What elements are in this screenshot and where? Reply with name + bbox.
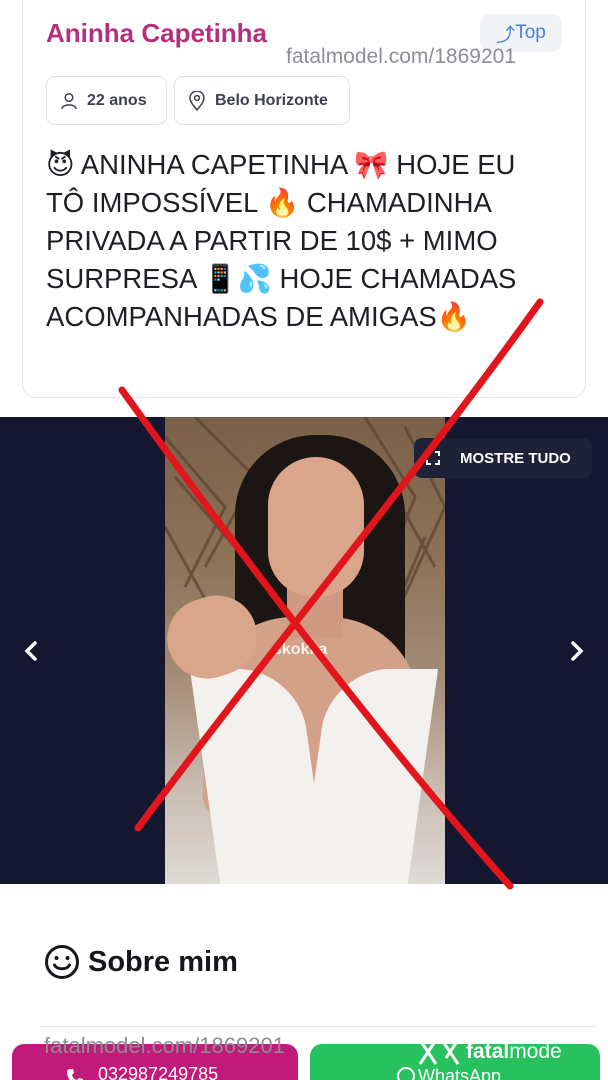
whatsapp-icon [397, 1067, 415, 1080]
expand-icon [426, 451, 440, 465]
phone-icon [67, 1069, 83, 1080]
watermark-url-bottom: fatalmodel.com/1869201 [44, 1033, 285, 1058]
age-label: 22 anos [87, 91, 147, 109]
fatalmodel-logo-icon [418, 1039, 460, 1065]
age-chip: 22 anos [46, 76, 167, 125]
gallery-prev-button[interactable] [16, 634, 46, 668]
top-badge-label: Top [515, 22, 546, 43]
person-icon [61, 92, 77, 109]
section-divider [40, 1026, 596, 1027]
gallery-next-button[interactable] [562, 634, 592, 668]
city-chip: Belo Horizonte [174, 76, 350, 125]
phone-number: 032987249785 [98, 1064, 219, 1080]
chevron-right-icon [571, 641, 584, 661]
show-all-button[interactable]: MOSTRE TUDO [414, 438, 592, 478]
brand-suffix: mode [509, 1040, 562, 1063]
watermark-url-top: fatalmodel.com/1869201 [286, 45, 516, 68]
brand-prefix: fatal [466, 1040, 510, 1063]
chevron-left-icon [24, 641, 37, 661]
about-title: Sobre mim [88, 945, 238, 978]
whatsapp-label: WhatsApp [418, 1066, 502, 1080]
profile-name: Aninha Capetinha [46, 18, 268, 48]
location-pin-icon [189, 90, 205, 111]
top-arrow-icon: ⤴ [496, 24, 516, 46]
photo-gallery[interactable]: skokka [0, 417, 608, 884]
face-shape [268, 457, 364, 597]
smiley-icon [45, 945, 79, 979]
photo-watermark: skokka [273, 641, 328, 658]
about-section-header: Sobre mim [44, 944, 238, 980]
profile-description: 😈 ANINHA CAPETINHA 🎀 HOJE EU TÔ IMPOSSÍV… [46, 149, 517, 332]
show-all-label: MOSTRE TUDO [460, 449, 571, 467]
profile-photo[interactable]: skokka [165, 417, 445, 884]
city-label: Belo Horizonte [215, 91, 328, 109]
fatalmodel-logo: fatal mode [416, 1038, 562, 1066]
